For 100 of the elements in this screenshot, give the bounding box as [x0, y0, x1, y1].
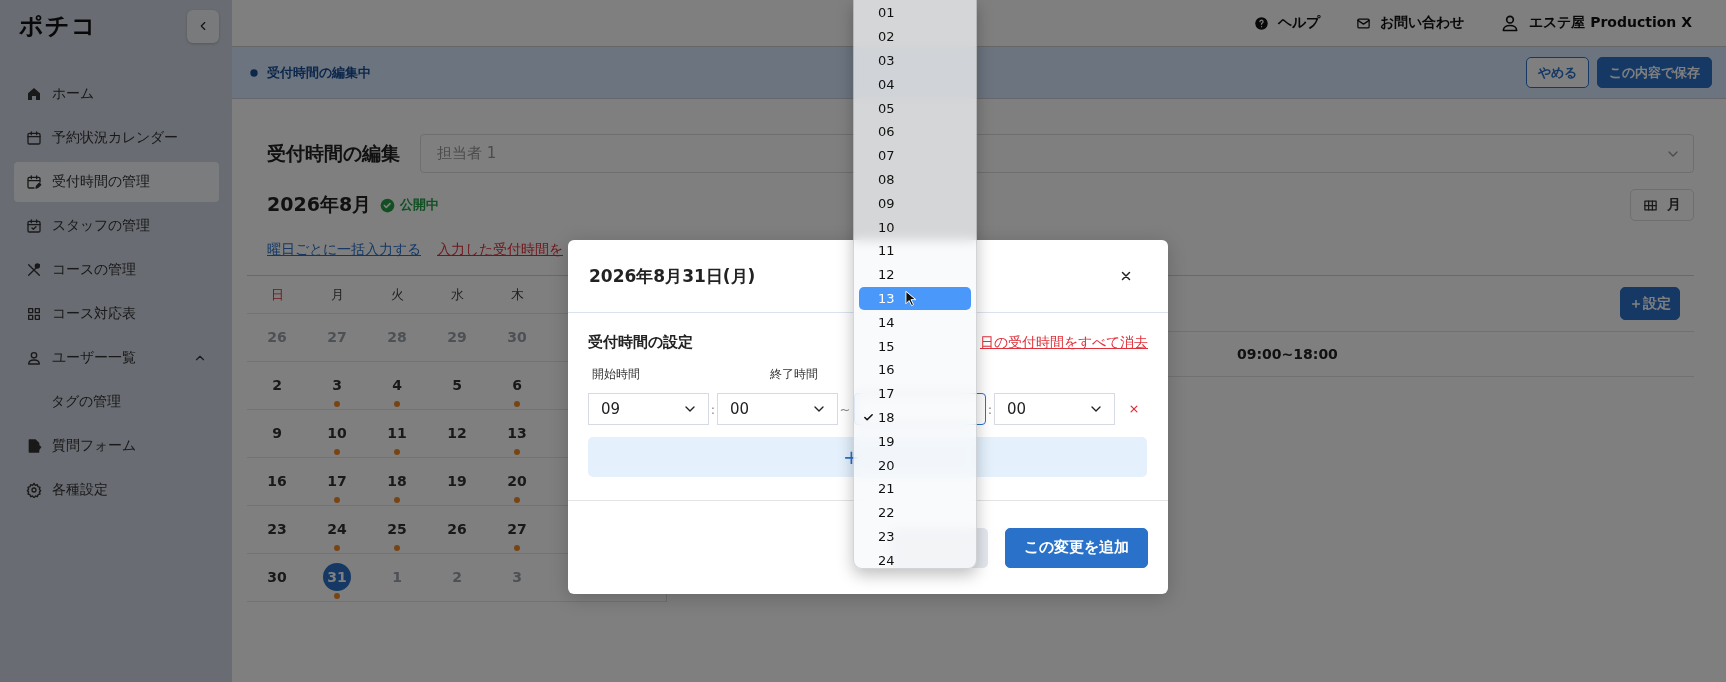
calendar-day[interactable]: 30 [263, 563, 291, 591]
sidebar-item[interactable]: 各種設定 [14, 470, 219, 510]
publish-status: 公開中 [400, 196, 440, 214]
edit-status-text: 受付時間の編集中 [267, 63, 371, 82]
sidebar-item[interactable]: スタッフの管理 [14, 206, 219, 246]
dialog-title: 2026年8月31日(月) [589, 264, 756, 288]
calendar-day[interactable]: 9 [263, 419, 291, 447]
calendar-day[interactable]: 13 [503, 419, 531, 447]
grid-icon [26, 306, 42, 322]
calendar-day[interactable]: 18 [383, 467, 411, 495]
dropdown-option[interactable]: 02 [859, 24, 971, 49]
close-icon [1120, 270, 1132, 282]
add-change-button[interactable]: この変更を追加 [1005, 527, 1148, 568]
dropdown-option[interactable]: 05 [859, 96, 971, 120]
dropdown-option[interactable]: 11 [859, 238, 971, 263]
dropdown-option[interactable]: 01 [859, 1, 971, 25]
sidebar-item[interactable]: 質問フォーム [14, 426, 219, 466]
time-colon: : [709, 401, 717, 417]
mail-icon [1356, 15, 1372, 31]
calendar-day[interactable]: 31 [323, 563, 351, 591]
dropdown-option[interactable]: 19 [859, 429, 971, 454]
sidebar-item[interactable]: ホーム [14, 74, 219, 114]
calendar-day[interactable]: 23 [263, 515, 291, 543]
calendar-day[interactable]: 16 [263, 467, 291, 495]
weekday-label: 火 [389, 285, 405, 304]
weekday-label: 日 [269, 285, 285, 304]
dropdown-option[interactable]: 10 [859, 215, 971, 239]
calendar-day[interactable]: 17 [323, 467, 351, 495]
minute-select[interactable]: 00 [717, 393, 838, 425]
grid-icon [1643, 197, 1658, 213]
dropdown-option[interactable]: 07 [859, 143, 971, 168]
calendar-check-icon [26, 218, 42, 234]
month-view-button[interactable]: 月 [1630, 189, 1694, 221]
dropdown-option[interactable]: 09 [859, 191, 971, 216]
dropdown-option[interactable]: 03 [859, 48, 971, 73]
calendar-day[interactable]: 2 [263, 371, 291, 399]
calendar-day[interactable]: 3 [323, 371, 351, 399]
calendar-day[interactable]: 26 [443, 515, 471, 543]
dropdown-option[interactable]: 14 [859, 310, 971, 335]
calendar-day[interactable]: 6 [503, 371, 531, 399]
calendar-day[interactable]: 10 [323, 419, 351, 447]
home-icon [26, 86, 42, 102]
calendar-edit-icon [26, 174, 42, 190]
sidebar-item[interactable]: コース対応表 [14, 294, 219, 334]
dropdown-option[interactable]: 20 [859, 453, 971, 477]
dropdown-option[interactable]: 12 [859, 262, 971, 287]
calendar-day[interactable]: 24 [323, 515, 351, 543]
mouse-pointer-icon [904, 289, 918, 309]
sidebar-item[interactable]: 受付時間の管理 [14, 162, 219, 202]
dropdown-option[interactable]: 15 [859, 334, 971, 358]
weekday-label: 月 [329, 285, 345, 304]
sidebar-item[interactable]: ユーザー一覧 [14, 338, 219, 378]
calendar-day[interactable]: 27 [503, 515, 531, 543]
page-title: 受付時間の編集 [267, 140, 400, 166]
cancel-button[interactable]: やめる [1526, 57, 1589, 88]
dropdown-option[interactable]: 16 [859, 357, 971, 382]
document-edit-icon [26, 438, 42, 454]
dropdown-option[interactable]: 22 [859, 500, 971, 525]
close-icon [1129, 404, 1139, 414]
page-link[interactable]: 曜日ごとに一括入力する [267, 241, 421, 259]
range-separator: ~ [838, 401, 852, 417]
header-link[interactable]: ヘルプ [1254, 14, 1321, 32]
calendar-day[interactable]: 12 [443, 419, 471, 447]
dropdown-option[interactable]: 17 [859, 381, 971, 406]
calendar-day[interactable]: 5 [443, 371, 471, 399]
field-label: 開始時間 [592, 366, 641, 383]
dropdown-option[interactable]: 18 [859, 405, 971, 430]
dropdown-option[interactable]: 21 [859, 476, 971, 501]
help-icon [1254, 15, 1270, 31]
dropdown-option[interactable]: 24 [859, 548, 971, 573]
weekday-label: 木 [509, 285, 525, 304]
header-link[interactable]: お問い合わせ [1356, 14, 1465, 32]
field-label: 終了時間 [770, 366, 818, 383]
sidebar-item[interactable]: コースの管理 [14, 250, 219, 290]
header-link[interactable]: エステ屋 Production X [1500, 13, 1692, 33]
month-title: 2026年8月 [267, 192, 372, 217]
hour-select[interactable]: 09 [588, 393, 709, 425]
dropdown-option[interactable]: 04 [859, 72, 971, 97]
calendar-day[interactable]: 11 [383, 419, 411, 447]
logo: ポチコ [18, 11, 97, 42]
dropdown-option[interactable]: 23 [859, 524, 971, 549]
calendar-day[interactable]: 4 [383, 371, 411, 399]
calendar-day[interactable]: 25 [383, 515, 411, 543]
dropdown-option[interactable]: 13 [859, 286, 971, 311]
clear-link[interactable]: 日の受付時間をすべて消去 [980, 333, 1148, 352]
add-setting-button[interactable]: ＋設定 [1620, 287, 1680, 320]
user-icon [26, 350, 42, 366]
settings-icon [26, 482, 42, 498]
section-title: 受付時間の設定 [588, 333, 693, 352]
calendar-day[interactable]: 20 [503, 467, 531, 495]
save-button[interactable]: この内容で保存 [1597, 57, 1712, 88]
sidebar-item[interactable]: 予約状況カレンダー [14, 118, 219, 158]
page-link[interactable]: 入力した受付時間を [437, 241, 563, 259]
minute-select[interactable]: 00 [994, 393, 1115, 425]
calendar-icon [26, 130, 42, 146]
sidebar-item[interactable]: タグの管理 [14, 382, 219, 422]
calendar-day[interactable]: 19 [443, 467, 471, 495]
status-dot-icon [250, 68, 258, 77]
hours-text: 09:00~18:00 [1237, 346, 1338, 362]
check-circle-icon [380, 197, 396, 213]
